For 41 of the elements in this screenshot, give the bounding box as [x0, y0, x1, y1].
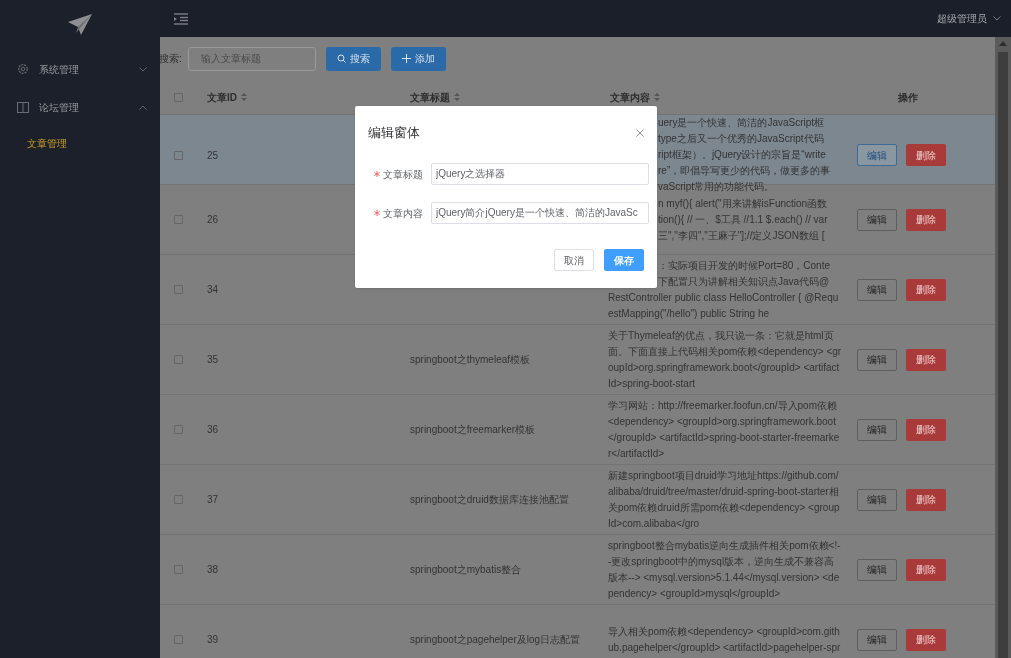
table-cell: springboot之thymeleaf模板	[410, 354, 531, 365]
table-cell: 25	[207, 149, 219, 161]
content-text-line: alibaba/druid/tree/master/druid-spring-boot-starter相	[608, 485, 839, 497]
content-text-line: Id>spring-boot-start	[608, 377, 695, 389]
content-text-line: 关pom依赖druid所需pom依赖<dependency> <group	[608, 501, 840, 513]
content-text-line: springboot整合mybatis逆向生成插件相关pom依赖<!-	[608, 539, 841, 551]
content-text-line: estMapping("/hello") public String he	[608, 307, 770, 319]
field-label: 文章内容	[383, 206, 423, 221]
table-cell: springboot之pagehelper及log日志配置	[410, 634, 581, 645]
table-cell: springboot之mybatis整合	[410, 564, 522, 575]
content-text-line: n myf(){ alert("用来讲解isFunction函数	[658, 197, 828, 209]
content-text-line: 导入相关pom依赖<dependency> <groupId>com.gith	[608, 625, 840, 637]
content-text-line: ript框架）。jQuery设计的宗旨是“write	[658, 149, 826, 160]
table-cell: springboot之druid数据库连接池配置	[410, 494, 569, 505]
table-cell: 39	[207, 634, 219, 645]
table-cell: 34	[207, 284, 219, 295]
table-cell: 38	[207, 564, 219, 575]
table-cell: springboot之freemarker模板	[410, 424, 536, 435]
content-text-line: </groupId> <artifactId>spring-boot-starter-freemarke	[608, 431, 840, 443]
content-text-line: re”，即倡导写更少的代码，做更多的事	[658, 165, 831, 176]
content-text-line: -更改springboot中的mysql版本，逆向生成不兼容高	[608, 555, 835, 567]
content-text-line: <dependency> <groupId>org.springframework.boot	[608, 415, 836, 427]
content-text-line: 下配置只为讲解相关知识点Java代码@	[658, 275, 830, 287]
content-text-line: pendency> <groupId>mysql</groupId>	[608, 587, 781, 599]
content-text-line: 学习网站：http://freemarker.foofun.cn/导入pom依赖	[608, 399, 837, 411]
content-text-line: RestController public class HelloController { @Requ	[608, 291, 839, 303]
content-text-line: Id>com.alibaba</gro	[608, 517, 700, 529]
content-text-line: ub.pagehelper</groupId> <artifactId>pagehelper-spr	[608, 641, 841, 653]
content-text-line: oupId>org.springframework.boot</groupId> <artifact	[608, 361, 840, 373]
content-text-line: 版本--> <mysql.version>5.1.44</mysql.version> <de	[608, 571, 840, 583]
dialog-title: 编辑窗体	[368, 123, 420, 142]
field-label: 文章标题	[383, 167, 423, 182]
column-header: 操作	[897, 90, 918, 105]
content-text-line: ：实际项目开发的时候Port=80，Conte	[658, 259, 830, 271]
content-text-line: r</artifactId>	[608, 447, 665, 459]
table-cell: 37	[207, 494, 219, 505]
table-cell: 35	[207, 354, 219, 365]
content-text-line: vaScript常用的功能代码。	[658, 181, 775, 192]
table-cell: 36	[207, 424, 219, 435]
content-text-line: 三","李四","王麻子"];//定义JSON数组 [	[658, 229, 825, 241]
table-cell: 26	[207, 214, 219, 225]
